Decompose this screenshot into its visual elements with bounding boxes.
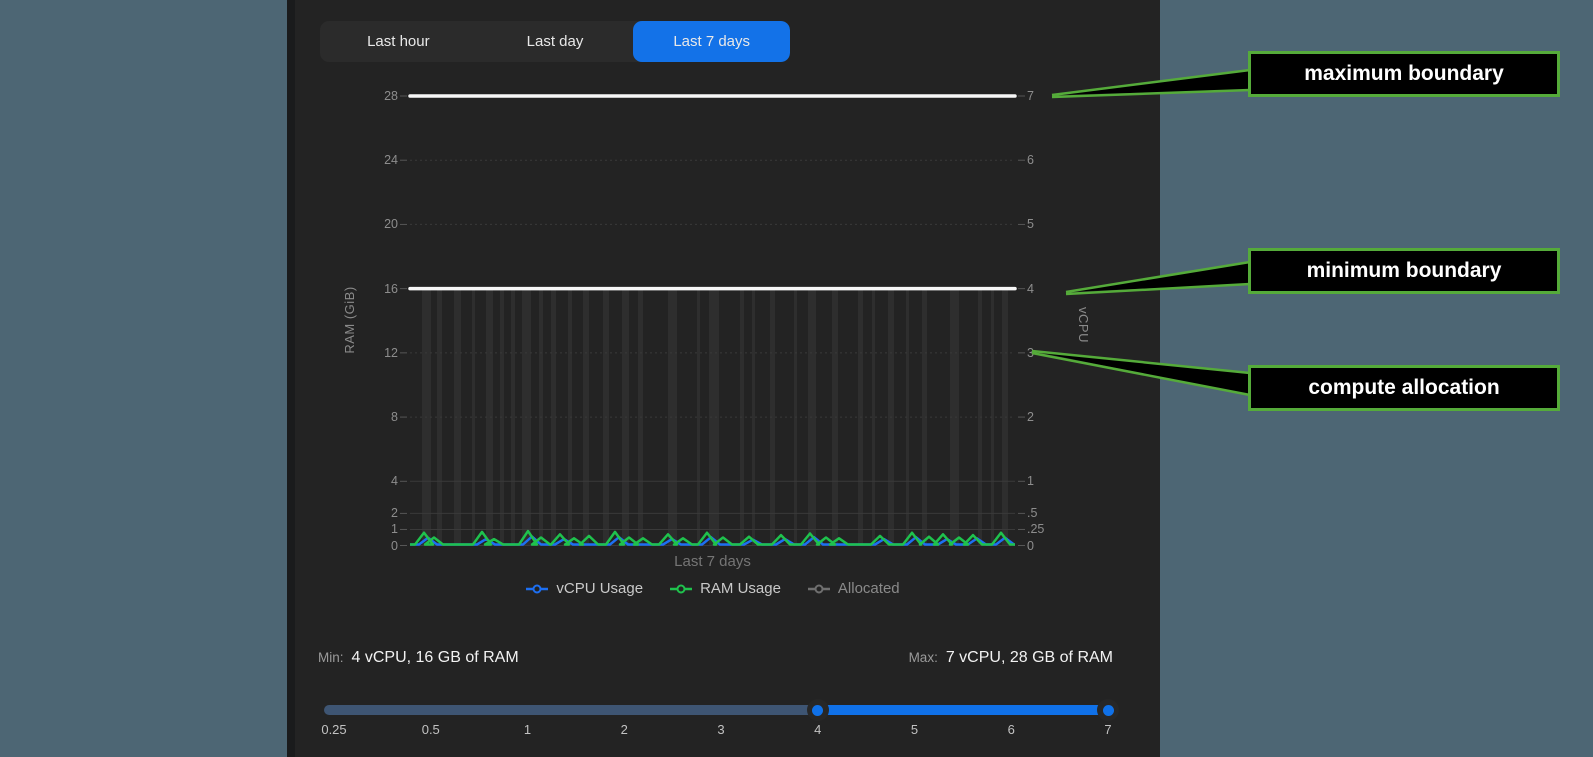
y-tick-label: 4 — [348, 473, 398, 489]
y-tick-label: 4 — [1027, 281, 1077, 297]
y-tick-label: 2 — [348, 505, 398, 521]
y-tick-label: .25 — [1027, 521, 1077, 537]
y-tick-label: 2 — [1027, 409, 1077, 425]
min-value: 4 vCPU, 16 GB of RAM — [352, 649, 519, 667]
tab-last-day[interactable]: Last day — [477, 21, 634, 62]
slider-tick-label: 6 — [1008, 722, 1015, 737]
panel-left-edge — [287, 0, 295, 757]
y-tick-label: 0 — [348, 538, 398, 554]
y-tick-label: 1 — [1027, 473, 1077, 489]
y-tick-label: 1 — [348, 521, 398, 537]
annotation-compute-allocation: compute allocation — [1248, 365, 1560, 411]
legend-item-ram-usage[interactable]: RAM Usage — [669, 580, 781, 597]
y-tick-label: 5 — [1027, 216, 1077, 232]
slider-active-range — [818, 705, 1110, 715]
min-label: Min: — [318, 650, 344, 665]
y-tick-label: 20 — [348, 216, 398, 232]
y-tick-label: 6 — [1027, 152, 1077, 168]
y-tick-label: 24 — [348, 152, 398, 168]
tab-last-hour[interactable]: Last hour — [320, 21, 477, 62]
min-compute-group: Min: 4 vCPU, 16 GB of RAM — [318, 649, 519, 667]
y-tick-label: 28 — [348, 88, 398, 104]
slider-tick-label: 3 — [717, 722, 724, 737]
autoscaling-metrics-panel: Last hourLast dayLast 7 days 28242016128… — [287, 0, 1160, 757]
slider-tick-label: 0.5 — [422, 722, 440, 737]
max-label: Max: — [909, 650, 938, 665]
slider-tick-labels: 0.250.51234567 — [334, 722, 1108, 740]
slider-tick-label: 5 — [911, 722, 918, 737]
right-axis-title: vCPU — [1071, 285, 1091, 365]
slider-handle-7[interactable] — [1097, 699, 1119, 721]
y-tick-label: 3 — [1027, 345, 1077, 361]
y-tick-label: 7 — [1027, 88, 1077, 104]
annotation-maximum-boundary: maximum boundary — [1248, 51, 1560, 97]
y-tick-label: 0 — [1027, 538, 1077, 554]
left-axis-title: RAM (GiB) — [342, 250, 362, 390]
allocated-marker-icon — [807, 584, 831, 594]
slider-tick-label: 4 — [814, 722, 821, 737]
slider-tick-label: 7 — [1104, 722, 1111, 737]
legend-label: Allocated — [838, 580, 900, 597]
y-tick-label: 8 — [348, 409, 398, 425]
vcpu-usage-marker-icon — [525, 584, 549, 594]
usage-chart — [410, 86, 1015, 566]
max-value: 7 vCPU, 28 GB of RAM — [946, 649, 1113, 667]
compute-size-slider[interactable] — [324, 705, 1110, 715]
max-compute-group: Max: 7 vCPU, 28 GB of RAM — [909, 649, 1113, 667]
slider-tick-label: 0.25 — [321, 722, 346, 737]
slider-tick-label: 1 — [524, 722, 531, 737]
compute-range-summary: Min: 4 vCPU, 16 GB of RAM Max: 7 vCPU, 2… — [318, 649, 1113, 667]
legend-label: RAM Usage — [700, 580, 781, 597]
legend-item-vcpu-usage[interactable]: vCPU Usage — [525, 580, 643, 597]
slider-tick-label: 2 — [621, 722, 628, 737]
slider-handle-dot — [1103, 705, 1114, 716]
legend-label: vCPU Usage — [556, 580, 643, 597]
tab-last-7-days[interactable]: Last 7 days — [633, 21, 790, 62]
time-range-tabs: Last hourLast dayLast 7 days — [320, 21, 790, 62]
slider-handle-dot — [812, 705, 823, 716]
chart-legend: vCPU Usage RAM Usage Allocated — [410, 580, 1015, 597]
slider-handle-4[interactable] — [807, 699, 829, 721]
y-tick-label: .5 — [1027, 505, 1077, 521]
ram-usage-marker-icon — [669, 584, 693, 594]
x-axis-label: Last 7 days — [410, 553, 1015, 570]
legend-item-allocated[interactable]: Allocated — [807, 580, 900, 597]
annotation-minimum-boundary: minimum boundary — [1248, 248, 1560, 294]
